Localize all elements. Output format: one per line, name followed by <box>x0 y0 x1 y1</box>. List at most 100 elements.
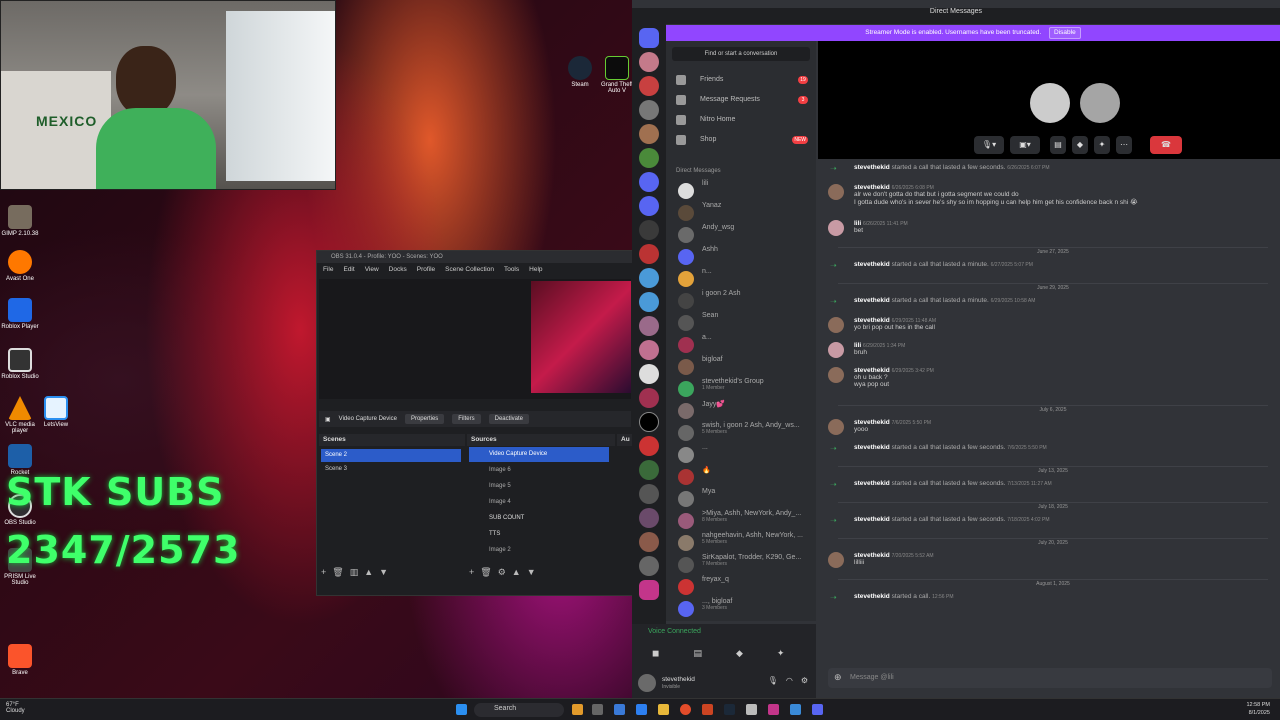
taskbar-app-icon[interactable] <box>614 704 625 715</box>
dm-item[interactable]: Yanaz <box>676 202 812 224</box>
server-icon[interactable] <box>639 388 659 408</box>
desktop-icon-vlc[interactable]: VLC media player <box>0 396 40 434</box>
more-options-icon[interactable]: ⋯ <box>1116 136 1132 154</box>
server-icon[interactable] <box>639 172 659 192</box>
move-down-icon[interactable]: ▼ <box>527 567 536 578</box>
avatar[interactable] <box>828 342 844 358</box>
message-author[interactable]: stevethekid <box>854 184 890 191</box>
add-scene-icon[interactable]: + <box>321 567 326 578</box>
menu-file[interactable]: File <box>323 266 333 274</box>
deactivate-button[interactable]: Deactivate <box>488 414 529 424</box>
source-item[interactable]: SUB COUNT <box>469 511 609 526</box>
discord-taskbar-icon[interactable] <box>812 704 823 715</box>
filter-icon[interactable]: ▥ <box>350 567 359 578</box>
menu-scene-collection[interactable]: Scene Collection <box>445 266 494 274</box>
call-participant-avatar[interactable] <box>1080 83 1120 123</box>
camera-off-icon[interactable]: ◼ <box>652 648 659 659</box>
desktop-icon-gimp[interactable]: GIMP 2.10.38 <box>0 205 40 237</box>
server-icon[interactable] <box>639 316 659 336</box>
dm-item[interactable]: a... <box>676 334 812 356</box>
server-icon[interactable] <box>639 52 659 72</box>
source-item[interactable]: Image 2 <box>469 543 609 558</box>
message-author[interactable]: stevethekid <box>854 317 890 324</box>
dm-item[interactable]: swish, i goon 2 Ash, Andy_ws... 5 Members <box>676 422 812 444</box>
server-icon[interactable] <box>639 292 659 312</box>
dm-item[interactable]: >Miya, Ashh, NewYork, Andy_... 8 Members <box>676 510 812 532</box>
file-explorer-icon[interactable] <box>658 704 669 715</box>
soundboard-icon[interactable]: ✦ <box>1094 136 1110 154</box>
filters-button[interactable]: Filters <box>452 414 481 424</box>
dm-item[interactable]: Ashh <box>676 246 812 268</box>
desktop-icon-roblox-studio[interactable]: Roblox Studio <box>0 348 40 380</box>
server-icon[interactable] <box>639 100 659 120</box>
dm-item[interactable]: freyax_q <box>676 576 812 598</box>
gear-icon[interactable]: ⚙ <box>801 676 808 685</box>
nav-friends[interactable]: Friends 19 <box>676 72 814 88</box>
dm-item[interactable]: 🔥 <box>676 466 812 488</box>
source-item[interactable]: Video Capture Device <box>469 447 609 462</box>
dm-item[interactable]: Jayy💕 <box>676 400 812 422</box>
soundboard-icon[interactable]: ✦ <box>777 648 785 659</box>
menu-docks[interactable]: Docks <box>389 266 407 274</box>
server-icon[interactable] <box>639 196 659 216</box>
move-down-icon[interactable]: ▼ <box>379 567 388 578</box>
source-item[interactable]: Image 4 <box>469 495 609 510</box>
windows-start-icon[interactable] <box>456 704 467 715</box>
taskbar-app-icon[interactable] <box>768 704 779 715</box>
message-author[interactable]: stevethekid <box>854 367 890 374</box>
dm-item[interactable]: ... <box>676 444 812 466</box>
headphones-icon[interactable]: ◠ <box>786 676 793 685</box>
avatar[interactable] <box>828 552 844 568</box>
find-conversation-input[interactable]: Find or start a conversation <box>672 47 810 61</box>
properties-button[interactable]: Properties <box>404 414 445 424</box>
taskbar-app-icon[interactable] <box>572 704 583 715</box>
server-icon[interactable] <box>639 556 659 576</box>
nav-nitro-home[interactable]: Nitro Home <box>676 112 814 128</box>
dm-item[interactable]: SirKapalot, Trodder, K290, Ge... 7 Member… <box>676 554 812 576</box>
server-icon[interactable] <box>639 268 659 288</box>
server-icon[interactable] <box>639 484 659 504</box>
remove-source-icon[interactable]: 🗑 <box>480 567 491 578</box>
server-icon[interactable] <box>639 532 659 552</box>
dm-item[interactable]: stevethekid's Group 1 Member <box>676 378 812 400</box>
menu-view[interactable]: View <box>365 266 379 274</box>
taskbar-app-icon[interactable] <box>592 704 603 715</box>
message-input[interactable]: ⊕ Message @lili <box>828 668 1272 688</box>
server-icon[interactable] <box>639 124 659 144</box>
message-author[interactable]: lili <box>854 342 861 349</box>
call-participant-avatar[interactable] <box>1030 83 1070 123</box>
message-author[interactable]: stevethekid <box>854 419 890 426</box>
desktop-icon-letsview[interactable]: LetsView <box>36 396 76 428</box>
server-icon[interactable] <box>639 220 659 240</box>
discord-home-icon[interactable] <box>639 28 659 48</box>
dm-item[interactable]: nahgeehavin, Ashh, NewYork, ... 5 Members <box>676 532 812 554</box>
source-item[interactable]: Image 5 <box>469 479 609 494</box>
server-icon[interactable] <box>639 508 659 528</box>
move-up-icon[interactable]: ▲ <box>364 567 373 578</box>
desktop-icon-brave[interactable]: Brave <box>0 644 40 676</box>
menu-edit[interactable]: Edit <box>343 266 354 274</box>
taskbar-search[interactable]: Search <box>474 703 564 717</box>
move-up-icon[interactable]: ▲ <box>512 567 521 578</box>
dm-item[interactable]: i goon 2 Ash <box>676 290 812 312</box>
weather-widget[interactable]: 67°F Cloudy <box>6 702 25 714</box>
nav-shop[interactable]: Shop NEW <box>676 132 814 148</box>
taskbar-app-icon[interactable] <box>746 704 757 715</box>
steam-icon[interactable] <box>724 704 735 715</box>
disable-streamer-mode-button[interactable]: Disable <box>1049 27 1081 39</box>
avatar[interactable] <box>828 220 844 236</box>
camera-off-icon[interactable]: ▣▾ <box>1010 136 1040 154</box>
microphone-icon[interactable]: 🎙 <box>768 676 778 685</box>
screen-share-icon[interactable]: ▤ <box>1050 136 1066 154</box>
hang-up-button[interactable]: ☎ <box>1150 136 1182 154</box>
chrome-icon[interactable] <box>680 704 691 715</box>
message-author[interactable]: stevethekid <box>854 552 890 559</box>
gear-icon[interactable]: ⚙ <box>498 567 506 578</box>
nav-message-requests[interactable]: Message Requests 3 <box>676 92 814 108</box>
menu-tools[interactable]: Tools <box>504 266 519 274</box>
menu-help[interactable]: Help <box>529 266 542 274</box>
avatar[interactable] <box>638 674 656 692</box>
avatar[interactable] <box>828 419 844 435</box>
dm-item[interactable]: bigloaf <box>676 356 812 378</box>
desktop-icon-gta[interactable]: Grand Theft Auto V <box>597 56 637 94</box>
